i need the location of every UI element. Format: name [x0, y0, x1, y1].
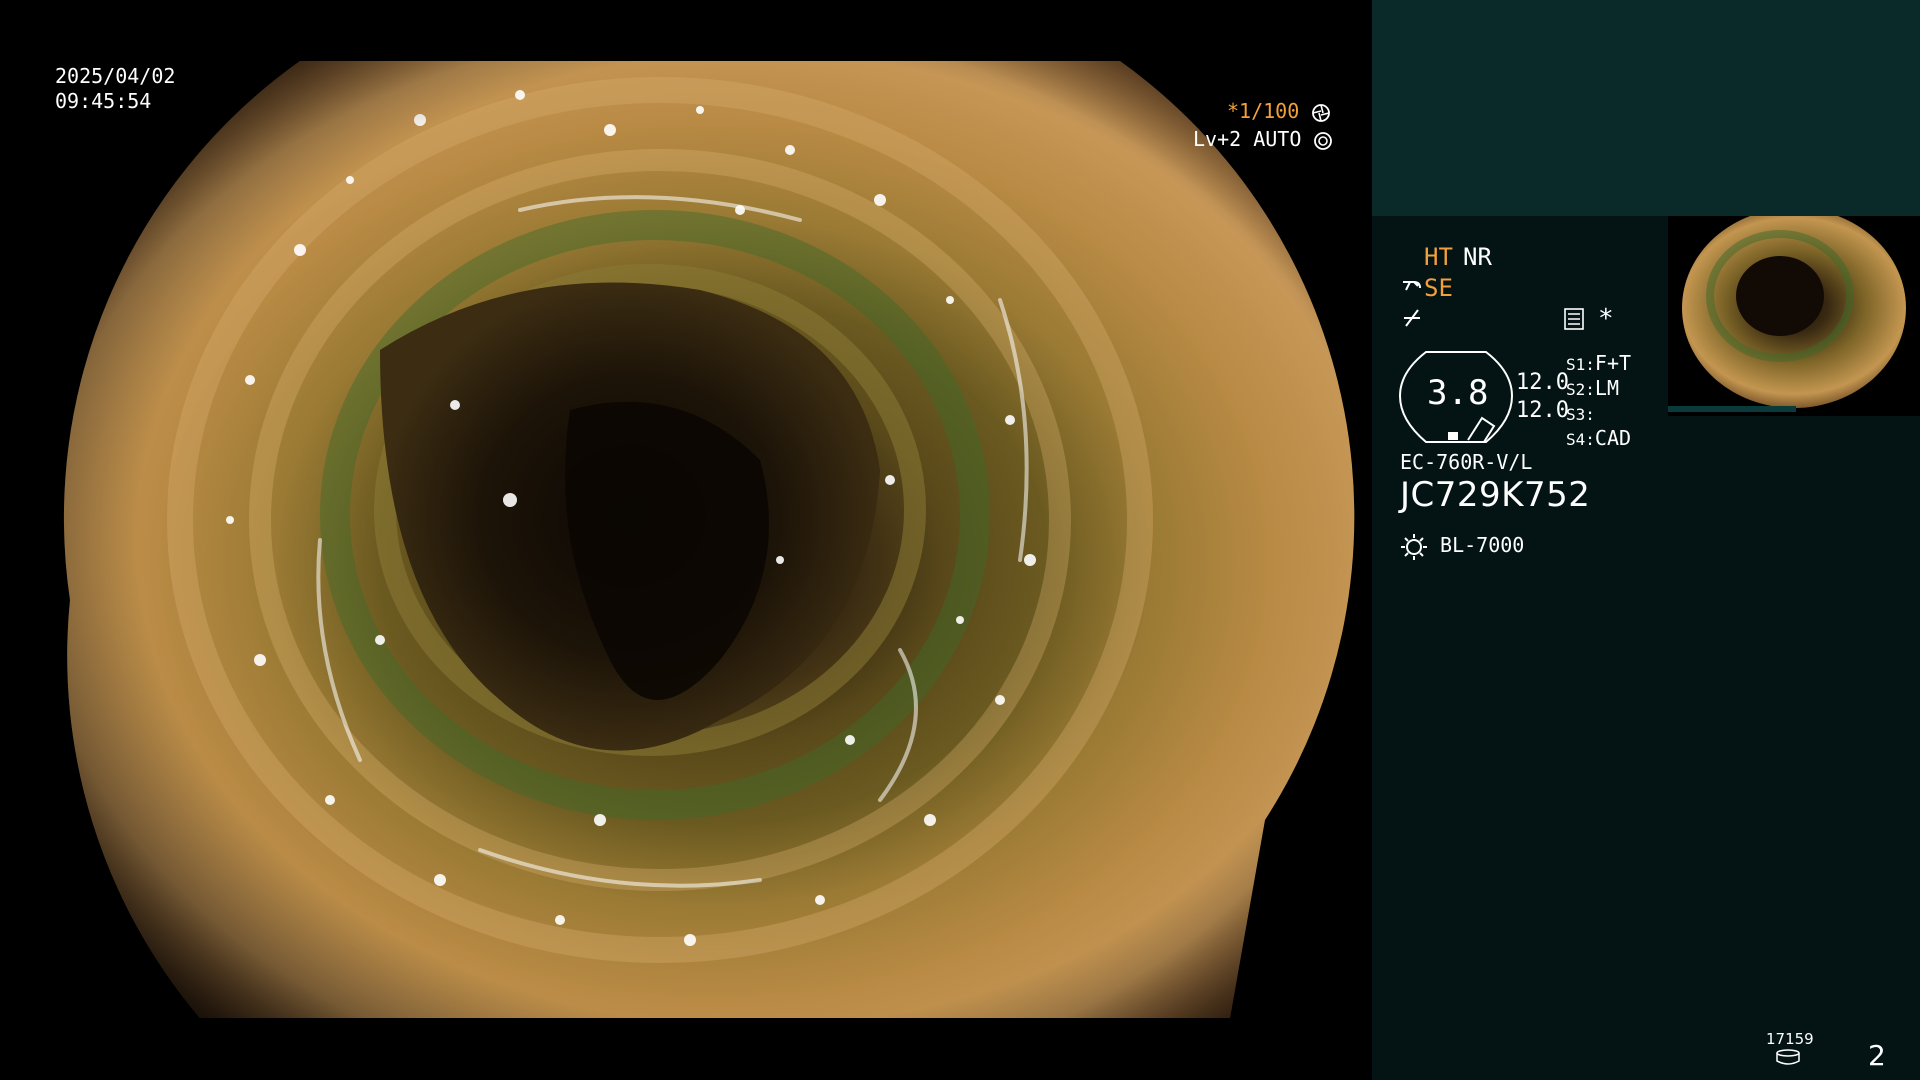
- switch-key: S3:: [1566, 405, 1595, 424]
- switch-key: S4:: [1566, 430, 1595, 449]
- switch-s4: S4:CAD: [1566, 425, 1631, 453]
- switch-value: LM: [1594, 376, 1619, 400]
- light-source: BL-7000: [1400, 532, 1524, 561]
- shutter-speed: *1/100: [1227, 98, 1331, 124]
- gain-2: 12.0: [1516, 398, 1569, 423]
- slash-icon: [1404, 309, 1420, 327]
- switch-value: F+T: [1594, 351, 1632, 375]
- gain-1: 12.0: [1516, 370, 1569, 395]
- endoscopic-image: [63, 61, 1355, 1018]
- thumbnail-image: [1668, 216, 1920, 416]
- date-label: 2025/04/02: [55, 64, 176, 88]
- switch-s2: S2:LM: [1566, 375, 1619, 403]
- thumbnail-preview[interactable]: [1668, 216, 1920, 416]
- switch-s3: S3:: [1566, 400, 1595, 428]
- panel-header-area: [1372, 0, 1920, 216]
- switch-key: S1:: [1566, 355, 1595, 374]
- exposure-info: Lv+2 AUTO: [1193, 126, 1333, 152]
- menu-icon: [1564, 308, 1584, 330]
- endoscope-view: 2025/04/02 09:45:54 *1/100 Lv+2 AUTO: [0, 0, 1372, 1080]
- star-indicator: *: [1598, 304, 1614, 334]
- mode-se: SE: [1424, 274, 1453, 302]
- image-counter: 17159: [1766, 1030, 1814, 1048]
- switch-value: CAD: [1594, 426, 1632, 450]
- mode-nr: NR: [1463, 243, 1492, 271]
- mode-ht: HT: [1424, 243, 1453, 271]
- disk-icon: [1776, 1049, 1800, 1065]
- magnification-value: 3.8: [1427, 373, 1489, 413]
- scope-serial: JC729K752: [1400, 475, 1591, 515]
- iris-value: AUTO: [1253, 127, 1302, 151]
- time-label: 09:45:54: [55, 89, 152, 113]
- shutter-value: *1/100: [1227, 99, 1300, 123]
- scope-icon: [1403, 281, 1421, 291]
- switch-key: S2:: [1566, 380, 1595, 399]
- iris-icon: [1314, 131, 1333, 150]
- switch-s1: S1:F+T: [1566, 350, 1631, 378]
- level-value: Lv+2: [1193, 127, 1242, 151]
- sun-icon: [1401, 533, 1427, 560]
- aperture-icon: [1312, 103, 1331, 122]
- page-number: 2: [1868, 1039, 1886, 1072]
- scope-model: EC-760R-V/L: [1400, 450, 1533, 474]
- light-source-name: BL-7000: [1440, 533, 1525, 557]
